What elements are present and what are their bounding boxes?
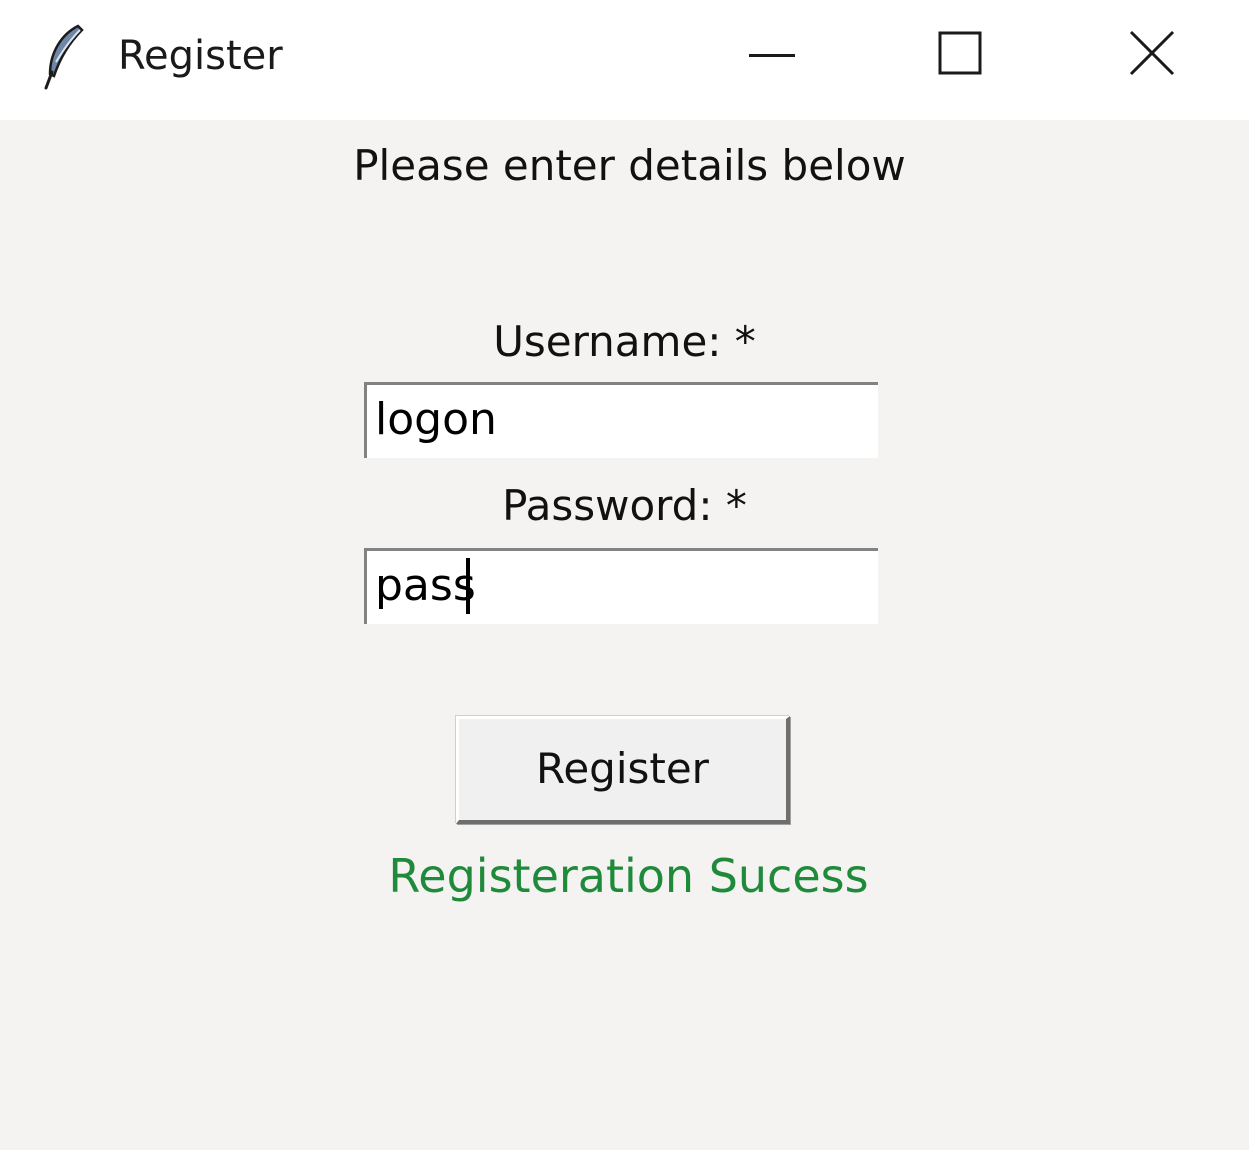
minimize-button[interactable] xyxy=(712,0,832,110)
status-message: Registeration Sucess xyxy=(388,849,869,903)
maximize-icon xyxy=(938,31,982,79)
close-button[interactable] xyxy=(1092,0,1212,110)
password-value: pass xyxy=(375,560,476,611)
username-value: logon xyxy=(375,394,497,445)
username-input[interactable]: logon xyxy=(364,382,878,458)
title-bar[interactable]: Register xyxy=(0,0,1249,120)
password-label: Password: * xyxy=(502,481,747,530)
window-title: Register xyxy=(118,33,283,79)
form-heading: Please enter details below xyxy=(353,141,906,190)
form-area: Please enter details below Username: * l… xyxy=(0,120,1249,1150)
feather-icon xyxy=(40,22,88,92)
text-cursor xyxy=(465,558,470,614)
username-label: Username: * xyxy=(493,317,756,366)
register-window: Register Please enter details below User… xyxy=(0,0,1249,1150)
maximize-button[interactable] xyxy=(900,0,1020,110)
minimize-icon xyxy=(749,46,795,65)
close-icon xyxy=(1129,30,1175,80)
password-input[interactable]: pass xyxy=(364,548,878,624)
register-button[interactable]: Register xyxy=(456,716,790,824)
